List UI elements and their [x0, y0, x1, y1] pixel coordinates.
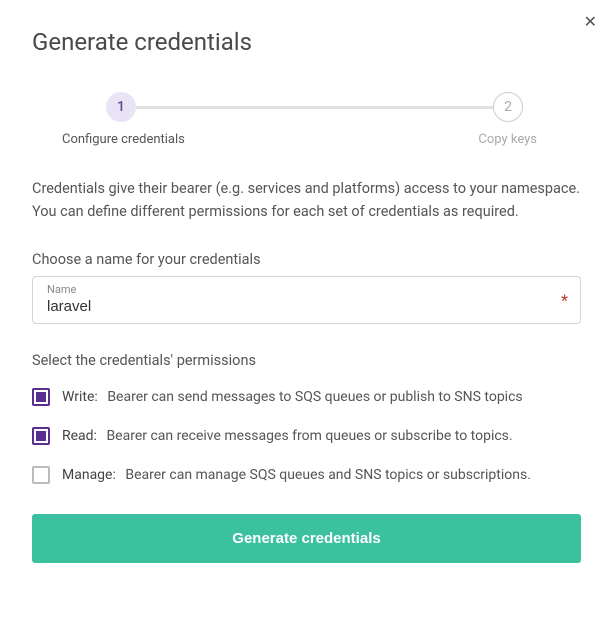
step-1-label: Configure credentials: [62, 132, 185, 147]
generate-credentials-button[interactable]: Generate credentials: [32, 514, 581, 563]
permissions-section-label: Select the credentials' permissions: [32, 352, 581, 369]
read-checkbox[interactable]: [32, 427, 50, 445]
description-text: Credentials give their bearer (e.g. serv…: [32, 177, 581, 223]
permission-name: Write:: [62, 389, 98, 405]
step-connector: [136, 106, 493, 109]
close-icon: ✕: [584, 14, 597, 31]
checkbox-checked-icon: [36, 392, 46, 402]
permission-desc: Bearer can send messages to SQS queues o…: [107, 389, 522, 405]
step-1-circle: 1: [106, 92, 136, 122]
name-floating-label: Name: [47, 283, 566, 296]
name-input[interactable]: [47, 298, 566, 315]
step-2-circle: 2: [493, 92, 523, 122]
permission-text: Manage: Bearer can manage SQS queues and…: [62, 465, 581, 486]
stepper: 1 2: [32, 92, 581, 122]
write-checkbox[interactable]: [32, 388, 50, 406]
permission-name: Manage:: [62, 467, 116, 483]
name-input-wrapper[interactable]: Name *: [32, 276, 581, 324]
permission-text: Read: Bearer can receive messages from q…: [62, 426, 581, 447]
manage-checkbox[interactable]: [32, 466, 50, 484]
close-button[interactable]: ✕: [584, 12, 597, 32]
permission-desc: Bearer can receive messages from queues …: [106, 428, 512, 444]
step-2-label: Copy keys: [478, 132, 537, 147]
checkbox-checked-icon: [36, 431, 46, 441]
permission-desc: Bearer can manage SQS queues and SNS top…: [125, 467, 531, 483]
generate-credentials-modal: ✕ Generate credentials 1 2 Configure cre…: [0, 0, 613, 644]
required-indicator: *: [561, 291, 568, 310]
name-section-label: Choose a name for your credentials: [32, 251, 581, 268]
step-labels: Configure credentials Copy keys: [32, 132, 581, 147]
permission-name: Read:: [62, 428, 97, 444]
permission-text: Write: Bearer can send messages to SQS q…: [62, 387, 581, 408]
modal-title: Generate credentials: [32, 28, 581, 56]
permission-row-manage: Manage: Bearer can manage SQS queues and…: [32, 465, 581, 486]
permission-row-write: Write: Bearer can send messages to SQS q…: [32, 387, 581, 408]
permission-row-read: Read: Bearer can receive messages from q…: [32, 426, 581, 447]
